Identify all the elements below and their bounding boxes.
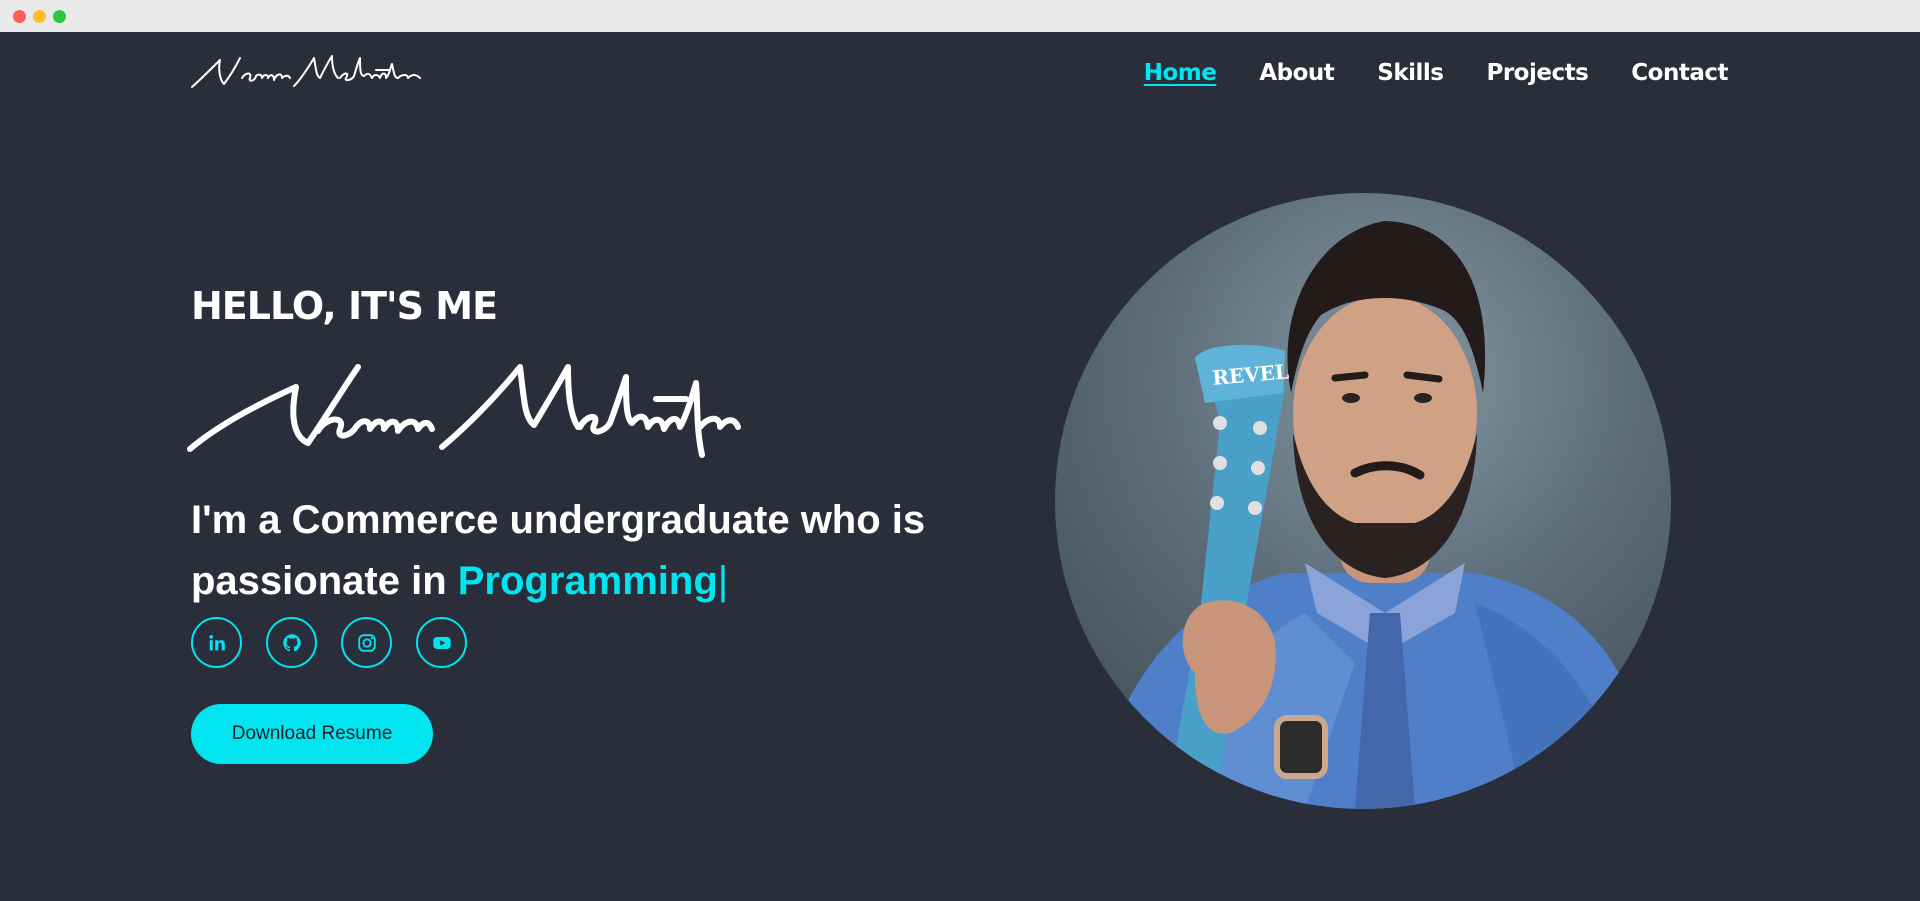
youtube-link[interactable] bbox=[416, 617, 467, 668]
nav-skills[interactable]: Skills bbox=[1377, 60, 1444, 86]
hero-greeting: HELLO, IT'S ME bbox=[191, 284, 498, 328]
close-window-button[interactable] bbox=[13, 10, 26, 23]
page: Home About Skills Projects Contact HELLO… bbox=[0, 32, 1920, 901]
profile-photo-illustration: REVEL bbox=[1095, 221, 1655, 809]
github-icon bbox=[282, 633, 301, 651]
youtube-icon bbox=[432, 636, 451, 649]
typing-cursor: | bbox=[717, 559, 729, 603]
nav-home[interactable]: Home bbox=[1144, 60, 1217, 86]
window-titlebar bbox=[0, 0, 1920, 32]
hero-name-signature bbox=[187, 364, 741, 458]
profile-photo: REVEL bbox=[1055, 193, 1671, 809]
nav-contact[interactable]: Contact bbox=[1631, 60, 1728, 86]
hero-tagline: I'm a Commerce undergraduate who is pass… bbox=[191, 490, 991, 612]
linkedin-link[interactable] bbox=[191, 617, 242, 668]
download-resume-button[interactable]: Download Resume bbox=[191, 704, 433, 764]
linkedin-icon bbox=[208, 634, 225, 650]
github-link[interactable] bbox=[266, 617, 317, 668]
instagram-icon bbox=[357, 633, 376, 652]
social-links bbox=[191, 617, 467, 668]
minimize-window-button[interactable] bbox=[33, 10, 46, 23]
maximize-window-button[interactable] bbox=[53, 10, 66, 23]
nav-about[interactable]: About bbox=[1259, 60, 1334, 86]
main-nav: Home About Skills Projects Contact bbox=[1144, 60, 1729, 86]
nav-projects[interactable]: Projects bbox=[1486, 60, 1588, 86]
logo[interactable] bbox=[190, 50, 422, 90]
tagline-typed-text: Programming bbox=[457, 559, 718, 603]
instagram-link[interactable] bbox=[341, 617, 392, 668]
